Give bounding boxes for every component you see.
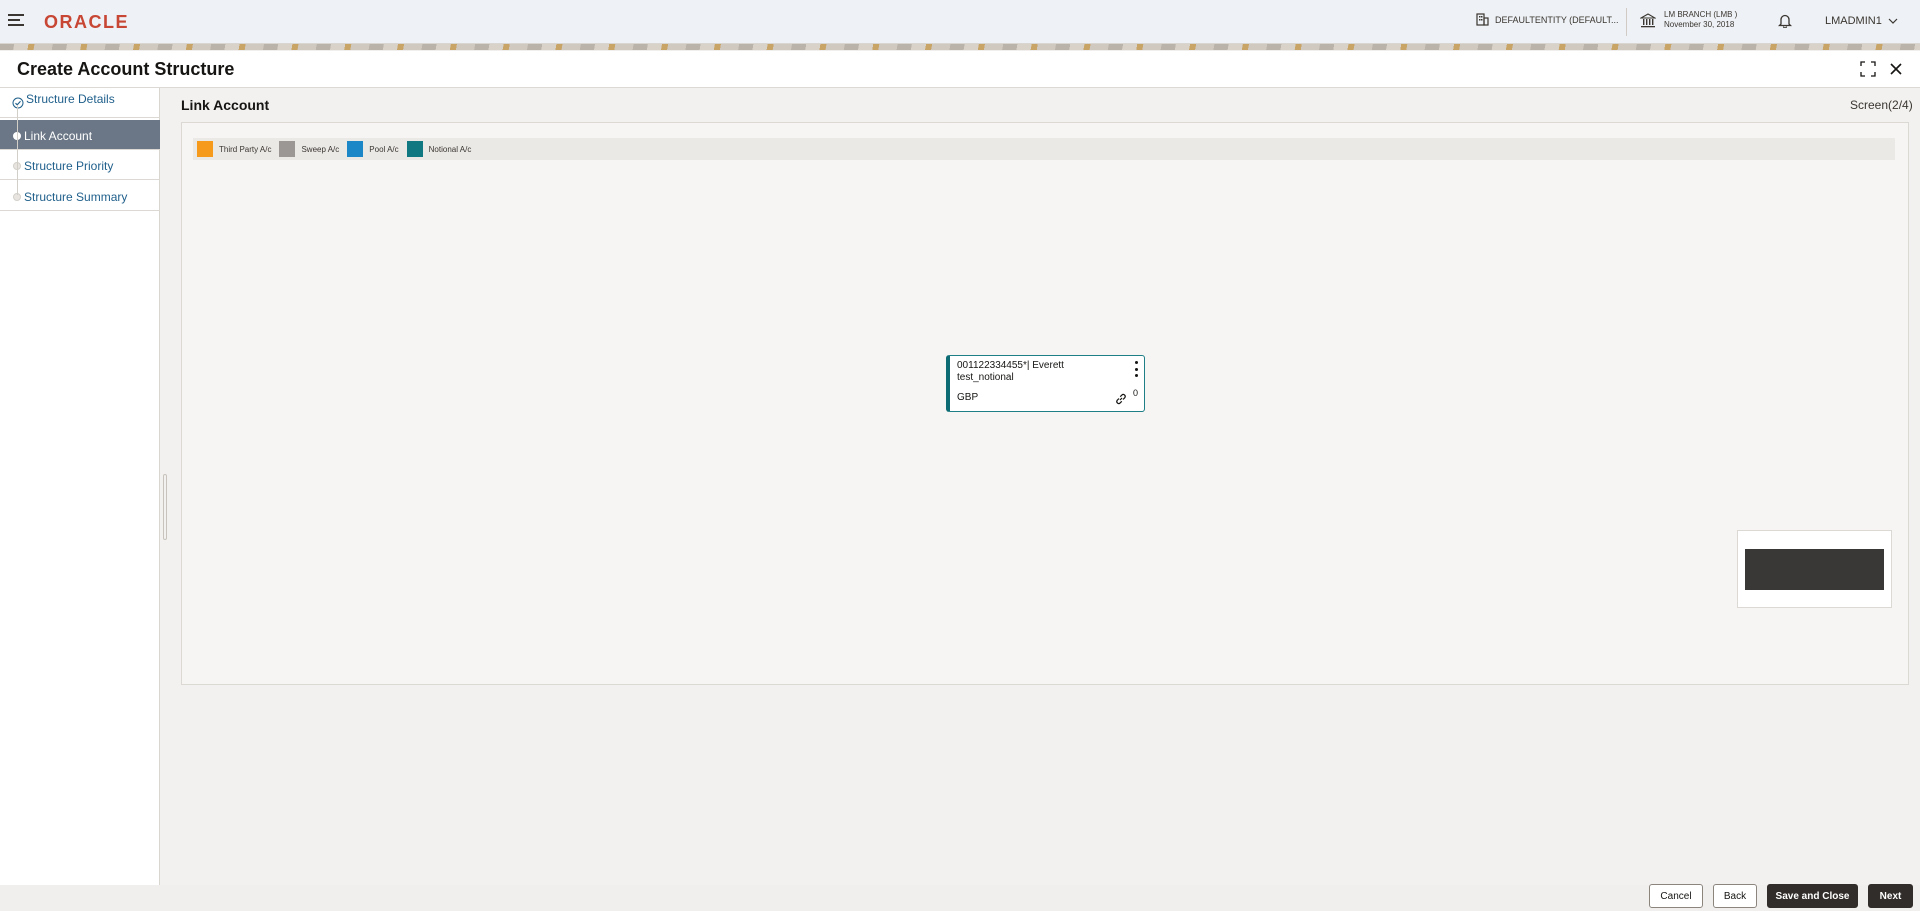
account-number: 001122334455*| Everett [957, 360, 1064, 371]
top-bar: ORACLE DEFAULTENTITY (DEFAULT... LM BRAN… [0, 0, 1920, 44]
check-circle-icon [12, 97, 24, 109]
save-and-close-button[interactable]: Save and Close [1767, 884, 1858, 908]
entity-label: DEFAULTENTITY (DEFAULT... [1495, 14, 1619, 25]
legend-item-sweep: Sweep A/c [279, 141, 339, 157]
close-icon[interactable] [1888, 61, 1904, 77]
branch-date: November 30, 2018 [1664, 20, 1735, 29]
entity-selector[interactable]: DEFAULTENTITY (DEFAULT... [1476, 13, 1619, 26]
canvas-minimap[interactable] [1737, 530, 1892, 608]
stepper-line [17, 105, 18, 195]
kebab-menu-icon[interactable] [1135, 361, 1139, 377]
account-type-legend: Third Party A/c Sweep A/c Pool A/c Notio… [193, 138, 1895, 160]
next-button[interactable]: Next [1868, 884, 1913, 908]
legend-swatch [347, 141, 364, 157]
step-navigator: Structure Details Link Account Structure… [0, 88, 160, 885]
maximize-icon[interactable] [1860, 61, 1876, 77]
bank-icon [1640, 12, 1656, 27]
legend-swatch [279, 141, 296, 157]
legend-item-third-party: Third Party A/c [197, 141, 271, 157]
building-icon [1476, 13, 1489, 26]
sidebar-resize-handle[interactable] [163, 474, 167, 540]
step-label: Structure Details [26, 92, 115, 106]
panel-header: Create Account Structure [0, 51, 1920, 88]
chevron-down-icon [1888, 18, 1898, 24]
step-label: Structure Priority [24, 159, 114, 173]
step-structure-details[interactable]: Structure Details [0, 88, 160, 118]
legend-swatch [197, 141, 213, 157]
branch-name: LM BRANCH (LMB ) [1664, 10, 1738, 19]
section-title: Link Account [181, 97, 270, 113]
account-currency: GBP [957, 392, 979, 403]
legend-label: Sweep A/c [301, 144, 340, 154]
minimap-viewport[interactable] [1745, 549, 1884, 590]
hamburger-menu-icon[interactable] [8, 14, 24, 26]
legend-label: Third Party A/c [219, 144, 272, 154]
step-link-account[interactable]: Link Account [0, 120, 160, 150]
legend-swatch [406, 141, 423, 157]
step-label: Structure Summary [24, 190, 128, 204]
screen-counter: Screen(2/4) [1850, 98, 1913, 112]
step-structure-priority[interactable]: Structure Priority [0, 150, 160, 180]
header-divider [1626, 8, 1627, 36]
page-title: Create Account Structure [17, 59, 235, 79]
linked-count: 0 [1133, 388, 1139, 398]
account-node-card[interactable]: 001122334455*| Everett test_notional GBP… [946, 355, 1145, 412]
step-label: Link Account [24, 129, 93, 143]
legend-item-notional: Notional A/c [406, 141, 472, 157]
legend-label: Pool A/c [369, 144, 399, 154]
legend-label: Notional A/c [428, 144, 472, 154]
decorative-banner [0, 44, 1920, 50]
user-menu[interactable]: LMADMIN1 [1825, 15, 1898, 27]
link-icon[interactable] [1114, 392, 1128, 406]
branch-selector[interactable]: LM BRANCH (LMB ) November 30, 2018 [1640, 10, 1737, 30]
account-name: test_notional [957, 372, 1014, 383]
user-name: LMADMIN1 [1825, 15, 1882, 27]
bell-icon[interactable] [1777, 13, 1793, 33]
step-structure-summary[interactable]: Structure Summary [0, 181, 160, 211]
oracle-logo: ORACLE [44, 12, 129, 32]
cancel-button[interactable]: Cancel [1649, 884, 1703, 908]
back-button[interactable]: Back [1713, 884, 1757, 908]
legend-item-pool: Pool A/c [347, 141, 399, 157]
